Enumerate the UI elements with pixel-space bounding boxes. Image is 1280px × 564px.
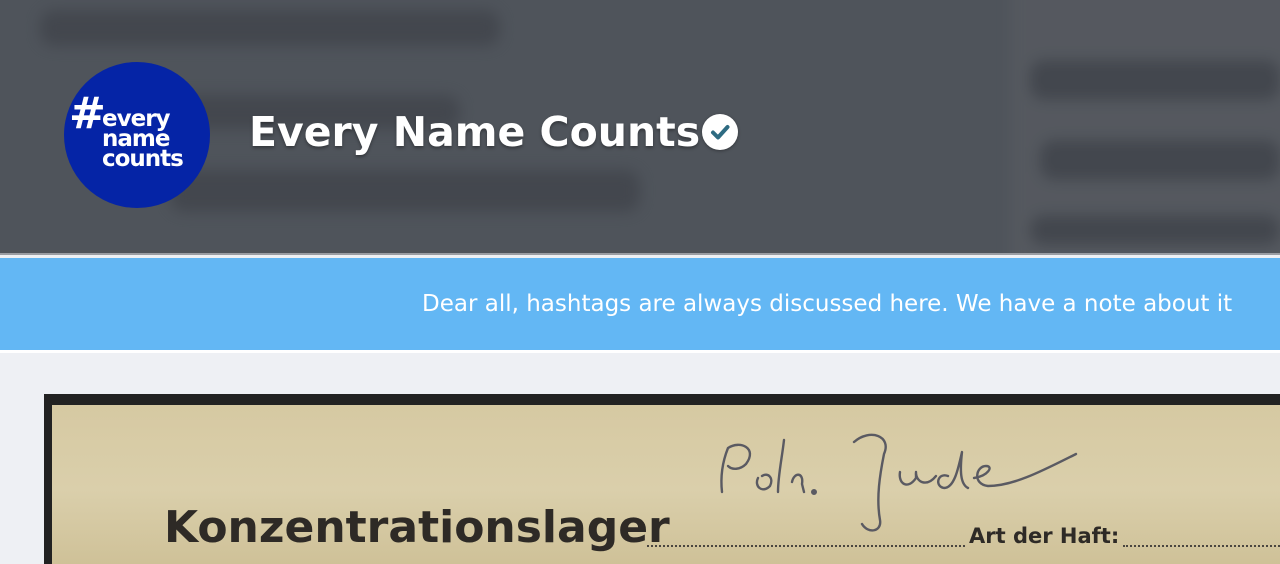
- handwritten-note: [720, 433, 1078, 532]
- channel-avatar[interactable]: # every name counts: [64, 62, 210, 208]
- logo-hash: #: [69, 88, 106, 139]
- document-field-label: Art der Haft:: [969, 524, 1120, 548]
- channel-title: Every Name Counts: [249, 108, 701, 156]
- pinned-message-banner[interactable]: Dear all, hashtags are always discussed …: [0, 258, 1280, 350]
- post-image[interactable]: Konzentrationslager Art der Haft: G: [44, 394, 1280, 564]
- logo-word-counts: counts: [102, 146, 184, 172]
- header-divider: [0, 253, 1280, 255]
- document-dotted-line: [647, 545, 965, 547]
- channel-header: # every name counts Every Name Counts: [0, 0, 1280, 255]
- banner-divider: [0, 350, 1280, 353]
- pinned-message-text: Dear all, hashtags are always discussed …: [422, 291, 1233, 317]
- document-dotted-line: [1123, 545, 1280, 547]
- document-heading: Konzentrationslager: [164, 502, 670, 553]
- verified-check-icon: [702, 114, 738, 150]
